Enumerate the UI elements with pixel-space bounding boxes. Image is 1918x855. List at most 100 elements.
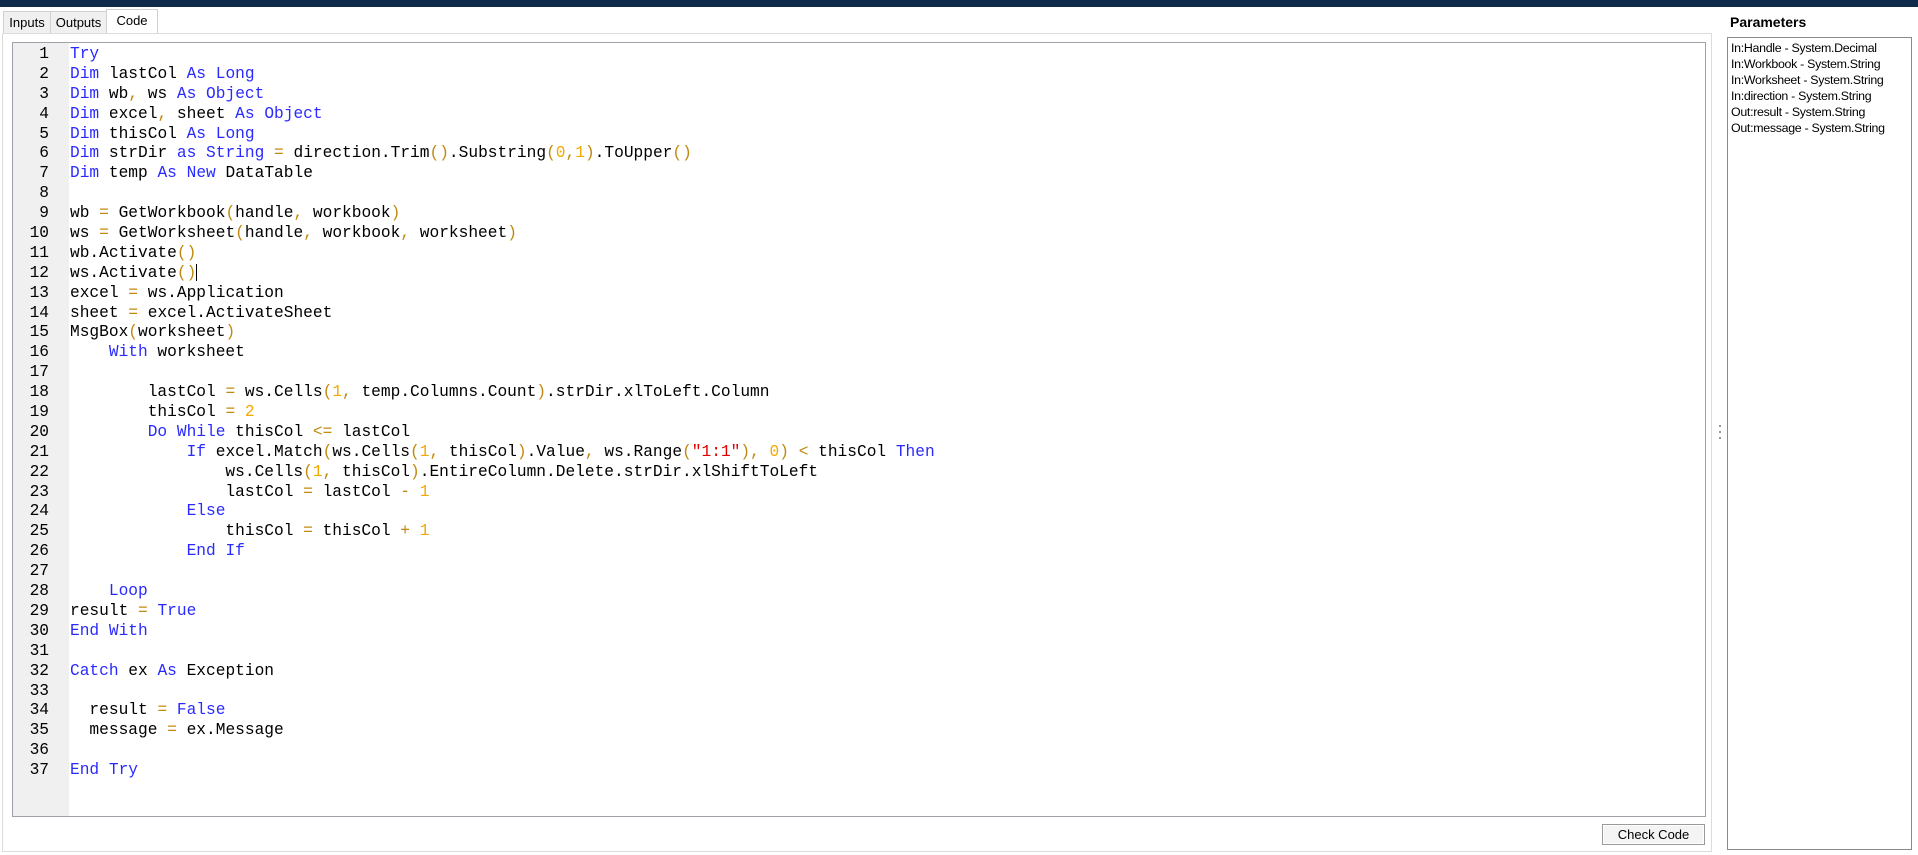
code-line[interactable]: 28 Loop <box>13 582 1705 602</box>
tab-outputs[interactable]: Outputs <box>50 11 107 33</box>
parameters-list[interactable]: In:Handle - System.Decimal In:Workbook -… <box>1727 37 1912 850</box>
parameter-item[interactable]: In:direction - System.String <box>1731 88 1908 104</box>
code-line[interactable]: 8 <box>13 184 1705 204</box>
code-line[interactable]: 12 ws.Activate() <box>13 264 1705 284</box>
code-text[interactable]: thisCol = 2 <box>70 403 255 423</box>
code-text[interactable]: Loop <box>70 582 148 602</box>
code-line[interactable]: 36 <box>13 741 1705 761</box>
code-line[interactable]: 18 lastCol = ws.Cells(1, temp.Columns.Co… <box>13 383 1705 403</box>
line-number: 7 <box>39 164 49 183</box>
line-number: 11 <box>29 243 49 262</box>
code-text[interactable]: wb.Activate() <box>70 244 196 264</box>
code-text[interactable]: lastCol = lastCol - 1 <box>70 483 429 503</box>
line-number: 26 <box>29 542 49 561</box>
code-text[interactable]: Do While thisCol <= lastCol <box>70 423 410 443</box>
code-text[interactable]: lastCol = ws.Cells(1, temp.Columns.Count… <box>70 383 770 403</box>
code-line[interactable]: 26 End If <box>13 542 1705 562</box>
code-text[interactable]: ws.Activate() <box>70 264 198 284</box>
code-editor[interactable]: 1 Try 2 Dim lastCol As Long 3 Dim wb, ws As O… <box>12 42 1706 817</box>
line-number: 35 <box>29 721 49 740</box>
code-line[interactable]: 27 <box>13 562 1705 582</box>
code-line[interactable]: 33 <box>13 682 1705 702</box>
code-line[interactable]: 23 lastCol = lastCol - 1 <box>13 483 1705 503</box>
code-line[interactable]: 30 End With <box>13 622 1705 642</box>
code-line[interactable]: 29 result = True <box>13 602 1705 622</box>
code-line[interactable]: 21 If excel.Match(ws.Cells(1, thisCol).V… <box>13 443 1705 463</box>
line-number: 12 <box>29 263 49 282</box>
code-text[interactable]: End With <box>70 622 148 642</box>
code-text[interactable]: Dim strDir as String = direction.Trim().… <box>70 144 692 164</box>
tab-inputs[interactable]: Inputs <box>3 11 51 33</box>
code-line[interactable]: 34 result = False <box>13 701 1705 721</box>
line-number: 6 <box>39 144 49 163</box>
code-text[interactable]: excel = ws.Application <box>70 284 284 304</box>
code-line[interactable]: 6 Dim strDir as String = direction.Trim()… <box>13 144 1705 164</box>
code-text[interactable]: Dim wb, ws As Object <box>70 85 264 105</box>
parameter-item[interactable]: In:Worksheet - System.String <box>1731 72 1908 88</box>
code-line[interactable]: 17 <box>13 363 1705 383</box>
code-line[interactable]: 32 Catch ex As Exception <box>13 662 1705 682</box>
code-text[interactable]: result = False <box>70 701 225 721</box>
code-text[interactable]: Dim excel, sheet As Object <box>70 105 323 125</box>
line-number: 23 <box>29 482 49 501</box>
code-text[interactable]: If excel.Match(ws.Cells(1, thisCol).Valu… <box>70 443 935 463</box>
check-code-button[interactable]: Check Code <box>1602 824 1705 845</box>
code-text[interactable]: result = True <box>70 602 196 622</box>
code-line[interactable]: 37 End Try <box>13 761 1705 781</box>
code-text[interactable]: Dim thisCol As Long <box>70 125 255 145</box>
code-text[interactable]: ws = GetWorksheet(handle, workbook, work… <box>70 224 517 244</box>
code-line[interactable]: 7 Dim temp As New DataTable <box>13 164 1705 184</box>
code-line[interactable]: 4 Dim excel, sheet As Object <box>13 105 1705 125</box>
code-text[interactable]: MsgBox(worksheet) <box>70 323 235 343</box>
line-number: 20 <box>29 422 49 441</box>
code-text[interactable]: sheet = excel.ActivateSheet <box>70 304 332 324</box>
code-lines[interactable]: 1 Try 2 Dim lastCol As Long 3 Dim wb, ws As O… <box>13 45 1705 781</box>
line-number: 18 <box>29 383 49 402</box>
line-number: 30 <box>29 621 49 640</box>
code-line[interactable]: 11 wb.Activate() <box>13 244 1705 264</box>
code-line[interactable]: 22 ws.Cells(1, thisCol).EntireColumn.Del… <box>13 463 1705 483</box>
code-text[interactable]: ws.Cells(1, thisCol).EntireColumn.Delete… <box>70 463 818 483</box>
line-number: 15 <box>29 323 49 342</box>
code-text[interactable]: message = ex.Message <box>70 721 283 741</box>
code-text[interactable]: Dim lastCol As Long <box>70 65 255 85</box>
parameter-item[interactable]: Out:message - System.String <box>1731 120 1908 136</box>
code-line[interactable]: 16 With worksheet <box>13 343 1705 363</box>
code-line[interactable]: 2 Dim lastCol As Long <box>13 65 1705 85</box>
code-line[interactable]: 31 <box>13 642 1705 662</box>
splitter-handle[interactable] <box>1719 425 1722 447</box>
code-line[interactable]: 19 thisCol = 2 <box>13 403 1705 423</box>
line-number: 37 <box>29 761 49 780</box>
code-text[interactable]: With worksheet <box>70 343 245 363</box>
code-text[interactable]: Dim temp As New DataTable <box>70 164 313 184</box>
code-line[interactable]: 9 wb = GetWorkbook(handle, workbook) <box>13 204 1705 224</box>
code-line[interactable]: 1 Try <box>13 45 1705 65</box>
parameter-item[interactable]: In:Workbook - System.String <box>1731 56 1908 72</box>
code-line[interactable]: 5 Dim thisCol As Long <box>13 125 1705 145</box>
line-number: 29 <box>29 601 49 620</box>
code-line[interactable]: 24 Else <box>13 502 1705 522</box>
code-line[interactable]: 20 Do While thisCol <= lastCol <box>13 423 1705 443</box>
title-bar <box>0 0 1918 7</box>
line-number: 5 <box>39 124 49 143</box>
parameter-item[interactable]: Out:result - System.String <box>1731 104 1908 120</box>
code-line[interactable]: 13 excel = ws.Application <box>13 284 1705 304</box>
code-text[interactable]: End Try <box>70 761 138 781</box>
tab-code[interactable]: Code <box>106 9 158 34</box>
parameter-item[interactable]: In:Handle - System.Decimal <box>1731 40 1908 56</box>
code-line[interactable]: 25 thisCol = thisCol + 1 <box>13 522 1705 542</box>
code-line[interactable]: 3 Dim wb, ws As Object <box>13 85 1705 105</box>
line-number: 17 <box>29 363 49 382</box>
code-text[interactable]: Catch ex As Exception <box>70 662 274 682</box>
code-text[interactable]: End If <box>70 542 245 562</box>
code-line[interactable]: 15 MsgBox(worksheet) <box>13 323 1705 343</box>
code-text[interactable]: wb = GetWorkbook(handle, workbook) <box>70 204 400 224</box>
code-line[interactable]: 14 sheet = excel.ActivateSheet <box>13 304 1705 324</box>
line-number: 28 <box>29 582 49 601</box>
code-text[interactable]: Try <box>70 45 99 65</box>
code-text[interactable]: Else <box>70 502 226 522</box>
code-line[interactable]: 35 message = ex.Message <box>13 721 1705 741</box>
line-number: 13 <box>29 283 49 302</box>
code-line[interactable]: 10 ws = GetWorksheet(handle, workbook, wo… <box>13 224 1705 244</box>
code-text[interactable]: thisCol = thisCol + 1 <box>70 522 429 542</box>
